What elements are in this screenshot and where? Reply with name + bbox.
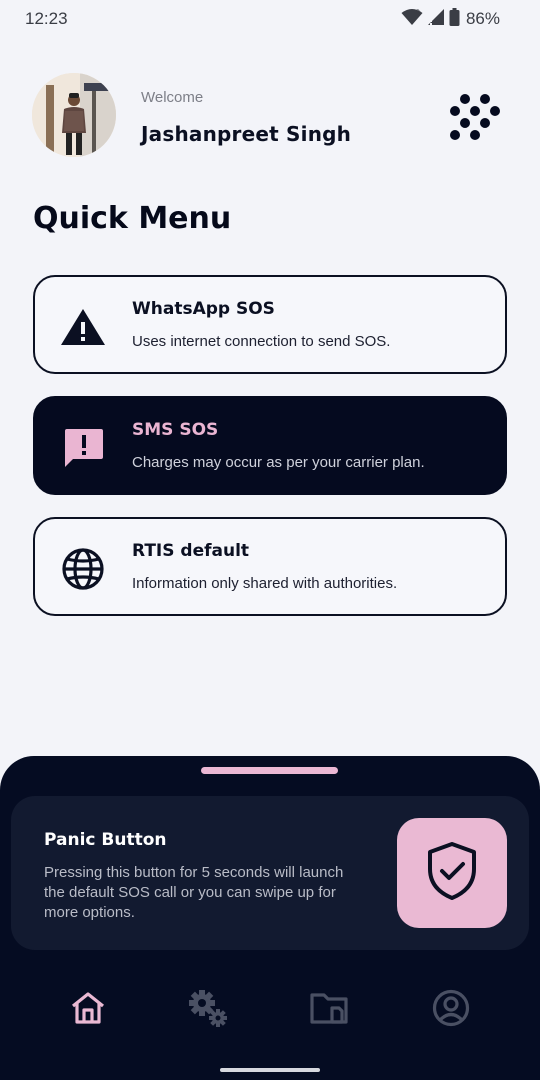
bottom-navigation [0, 978, 540, 1040]
shield-check-icon [426, 841, 478, 905]
battery-percentage: 86% [465, 9, 500, 28]
status-icons: R 86% [401, 8, 500, 30]
settings-gears-icon [188, 989, 228, 1031]
menu-item-description: Charges may occur as per your carrier pl… [132, 454, 425, 471]
profile-icon [432, 989, 470, 1031]
panic-button[interactable] [397, 818, 507, 928]
user-header: Welcome Jashanpreet Singh [32, 73, 508, 157]
menu-item-description: Uses internet connection to send SOS. [132, 333, 391, 350]
svg-text:R: R [416, 9, 420, 16]
welcome-label: Welcome [141, 89, 204, 106]
cellular-signal-icon [427, 8, 445, 30]
nav-files[interactable] [307, 990, 351, 1030]
panic-card: Panic Button Pressing this button for 5 … [11, 796, 529, 950]
gesture-bar [220, 1068, 320, 1072]
avatar[interactable] [32, 73, 116, 157]
sms-sos-card[interactable]: SMS SOS Charges may occur as per your ca… [33, 396, 507, 495]
warning-triangle-icon [60, 304, 106, 350]
menu-item-title: SMS SOS [132, 420, 219, 440]
sms-alert-icon [60, 425, 106, 471]
quick-menu-title: Quick Menu [33, 201, 232, 236]
battery-icon [449, 8, 460, 30]
status-time: 12:23 [25, 9, 68, 28]
globe-icon [60, 546, 106, 592]
wifi-icon: R [401, 8, 423, 30]
nav-settings[interactable] [186, 990, 230, 1030]
bottom-sheet: Panic Button Pressing this button for 5 … [0, 756, 540, 1080]
panic-description: Pressing this button for 5 seconds will … [44, 864, 344, 921]
menu-item-title: WhatsApp SOS [132, 299, 275, 319]
sheet-drag-handle[interactable] [201, 767, 338, 774]
dots-grid-icon[interactable] [450, 91, 500, 141]
nav-home[interactable] [66, 990, 110, 1030]
folder-icon [309, 991, 349, 1029]
home-icon [70, 991, 106, 1029]
user-name: Jashanpreet Singh [141, 122, 352, 146]
menu-item-title: RTIS default [132, 541, 250, 561]
menu-item-description: Information only shared with authorities… [132, 575, 398, 592]
whatsapp-sos-card[interactable]: WhatsApp SOS Uses internet connection to… [33, 275, 507, 374]
status-bar: 12:23 R 86% [0, 0, 540, 40]
panic-title: Panic Button [44, 830, 167, 850]
nav-profile[interactable] [429, 989, 473, 1031]
rtis-default-card[interactable]: RTIS default Information only shared wit… [33, 517, 507, 616]
